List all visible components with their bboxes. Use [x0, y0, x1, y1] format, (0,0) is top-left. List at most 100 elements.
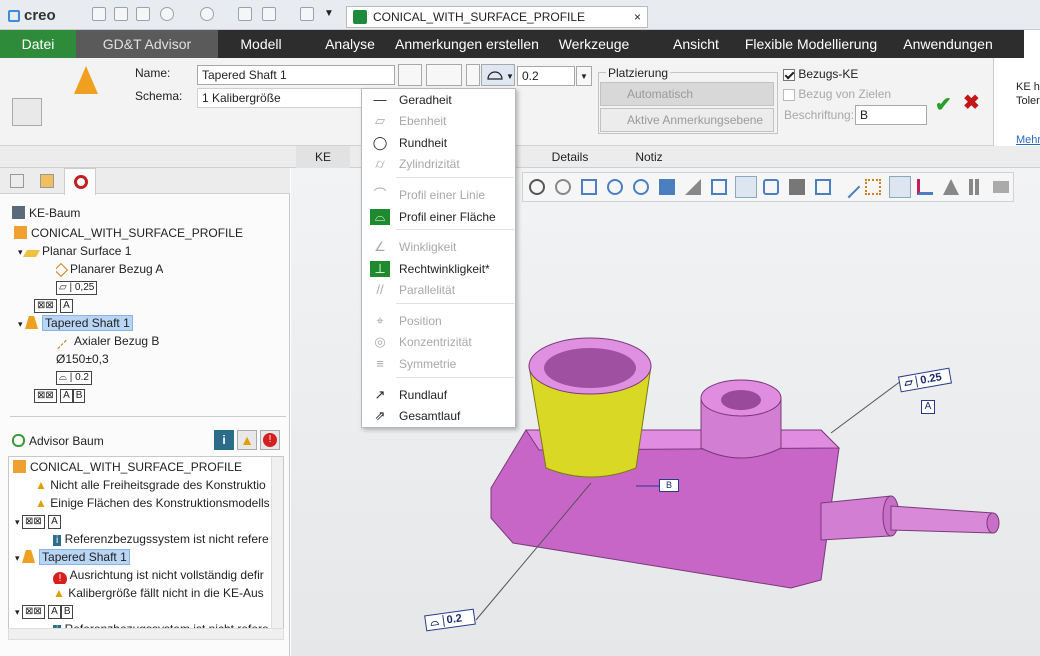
- name-input[interactable]: Tapered Shaft 1: [197, 65, 395, 85]
- menu-ansicht[interactable]: Ansicht: [664, 30, 728, 58]
- error-filter-icon[interactable]: !: [260, 430, 280, 450]
- tree-item-tapered-shaft[interactable]: ▾ Tapered Shaft 1: [18, 314, 133, 332]
- layer-tab-icon[interactable]: [40, 174, 54, 188]
- redo-icon[interactable]: [200, 7, 214, 21]
- menu-gdt-advisor[interactable]: GD&T Advisor: [76, 30, 218, 58]
- more-link[interactable]: Mehr: [1016, 134, 1040, 146]
- menu-datei[interactable]: Datei: [0, 30, 76, 58]
- pause-icon[interactable]: [969, 179, 973, 195]
- view-orientation-icon[interactable]: [659, 179, 675, 195]
- gdt-feature-icon[interactable]: [12, 98, 42, 126]
- gdt-display-icon[interactable]: [889, 176, 911, 198]
- menu-item-rundlauf[interactable]: ↗ Rundlauf: [362, 385, 515, 405]
- datum-b-tag[interactable]: B: [659, 479, 679, 492]
- pan-icon[interactable]: [685, 179, 701, 195]
- model-tree-tab-icon[interactable]: [10, 174, 24, 188]
- tolerance-dropdown-icon[interactable]: ▼: [576, 66, 592, 86]
- menu-item-konzentrizitaet[interactable]: ◎ Konzentrizität: [362, 332, 515, 352]
- menu-item-position[interactable]: ⌖ Position: [362, 311, 515, 331]
- cancel-icon[interactable]: ✖: [963, 90, 980, 115]
- tree-item-datum-system-ab[interactable]: ⊠⊠ AB: [34, 386, 86, 404]
- menu-item-geradheit[interactable]: — Geradheit: [362, 90, 515, 110]
- refit-icon[interactable]: [529, 179, 545, 195]
- vertical-scrollbar[interactable]: [271, 457, 283, 635]
- active-plane-button[interactable]: Aktive Anmerkungsebene: [600, 108, 774, 132]
- ok-icon[interactable]: ✔: [935, 92, 952, 117]
- menu-item-ebenheit[interactable]: ▱ Ebenheit: [362, 111, 515, 131]
- tolerance-input[interactable]: 0.2: [517, 66, 575, 86]
- menu-anmerkungen[interactable]: Anmerkungen erstellen: [392, 30, 542, 58]
- zoom-fit-icon[interactable]: [581, 179, 597, 195]
- close-window-icon[interactable]: [300, 7, 314, 21]
- close-icon[interactable]: ×: [634, 10, 641, 24]
- bezug-von-zielen-row[interactable]: Bezug von Zielen: [783, 87, 891, 101]
- more-tools-icon[interactable]: [993, 181, 1009, 193]
- advisor-item-warning-1[interactable]: ▲ Nicht alle Freiheitsgrade des Konstruk…: [35, 476, 266, 494]
- zoom-out-icon[interactable]: [633, 179, 649, 195]
- section-icon[interactable]: [815, 179, 831, 195]
- tree-item-root[interactable]: CONICAL_WITH_SURFACE_PROFILE: [14, 224, 243, 242]
- dimension-icon[interactable]: [398, 64, 422, 86]
- zoom-in-icon[interactable]: [607, 179, 623, 195]
- menu-item-rundheit[interactable]: ◯ Rundheit: [362, 133, 515, 153]
- menu-item-zylindrizitaet[interactable]: ⌭ Zylindrizität: [362, 154, 515, 174]
- tab-notiz[interactable]: Notiz: [620, 146, 678, 168]
- menu-anwendungen[interactable]: Anwendungen: [896, 30, 1000, 58]
- advisor-item-datum-ab[interactable]: ▾ ⊠⊠ AB: [15, 602, 74, 620]
- menu-item-parallelitaet[interactable]: //Parallelität: [362, 280, 515, 300]
- regenerate-icon[interactable]: [238, 7, 252, 21]
- datum-display-icon[interactable]: [837, 175, 861, 199]
- beschriftung-select[interactable]: B: [855, 105, 927, 125]
- tree-item-datum-b[interactable]: Axialer Bezug B: [56, 332, 159, 350]
- menu-item-winkligkeit[interactable]: ∠ Winkligkeit: [362, 237, 515, 257]
- warning-filter-icon[interactable]: ▲: [237, 430, 257, 450]
- windows-icon[interactable]: [262, 7, 276, 21]
- tree-item-datum-system-a[interactable]: ⊠⊠ A: [34, 296, 73, 314]
- bezug-von-zielen-checkbox[interactable]: [783, 88, 795, 101]
- datum-target-icon[interactable]: [426, 64, 462, 86]
- menu-item-profil-flaeche[interactable]: ⌓ Profil einer Fläche: [362, 207, 515, 227]
- tree-item-datum-a[interactable]: Planarer Bezug A: [56, 260, 163, 278]
- menu-item-rechtwinkligkeit[interactable]: ⊥ Rechtwinkligkeit*: [362, 259, 515, 279]
- display-style-icon[interactable]: [735, 176, 757, 198]
- bezugs-ke-checkbox[interactable]: [783, 68, 795, 81]
- info-filter-icon[interactable]: i: [214, 430, 234, 450]
- menu-werkzeuge[interactable]: Werkzeuge: [554, 30, 634, 58]
- menu-item-gesamtlauf[interactable]: ⇗ Gesamtlauf: [362, 406, 515, 426]
- advisor-item-warning-2[interactable]: ▲ Einige Flächen des Konstruktionsmodell…: [35, 494, 270, 512]
- menu-modell[interactable]: Modell: [226, 30, 296, 58]
- appearance-icon[interactable]: [943, 179, 959, 195]
- datum-a-tag[interactable]: A: [921, 400, 935, 414]
- document-tab[interactable]: CONICAL_WITH_SURFACE_PROFILE ×: [346, 6, 648, 28]
- surface-profile-dropdown[interactable]: ▼: [481, 64, 515, 86]
- spin-center-icon[interactable]: [917, 179, 933, 195]
- new-file-icon[interactable]: [92, 7, 106, 21]
- quick-access-chevron-icon[interactable]: ▼: [324, 8, 334, 19]
- tab-ke[interactable]: KE: [296, 146, 350, 168]
- menu-item-symmetrie[interactable]: ≡ Symmetrie: [362, 354, 515, 374]
- save-icon[interactable]: [136, 7, 150, 21]
- advisor-item-tapered-shaft[interactable]: ▾ Tapered Shaft 1: [15, 548, 130, 566]
- menu-item-profil-linie[interactable]: ⌒ Profil einer Linie: [362, 185, 515, 205]
- tree-item-planar-surface[interactable]: ▾ Planar Surface 1: [18, 242, 131, 260]
- tree-item-flatness[interactable]: ▱ | 0,25: [56, 278, 98, 296]
- advisor-item-root[interactable]: CONICAL_WITH_SURFACE_PROFILE: [13, 458, 242, 476]
- advisor-item-error[interactable]: ! Ausrichtung ist nicht vollständig defi…: [53, 566, 264, 584]
- saved-views-icon[interactable]: [711, 179, 727, 195]
- open-file-icon[interactable]: [114, 7, 128, 21]
- advisor-item-info-1[interactable]: i Referenzbezugssystem ist nicht refere: [53, 530, 269, 548]
- horizontal-scrollbar[interactable]: [8, 628, 284, 640]
- annotation-display-icon[interactable]: [865, 179, 881, 195]
- menu-analyse[interactable]: Analyse: [318, 30, 382, 58]
- tree-item-diameter[interactable]: Ø150±0,3: [56, 350, 109, 368]
- menu-flexible-modellierung[interactable]: Flexible Modellierung: [740, 30, 882, 58]
- repaint-icon[interactable]: [555, 179, 571, 195]
- perspective-icon[interactable]: [789, 179, 805, 195]
- auto-button[interactable]: Automatisch: [600, 82, 774, 106]
- schema-select[interactable]: 1 Kalibergröße: [197, 88, 362, 108]
- bezugs-ke-row[interactable]: Bezugs-KE: [783, 67, 858, 81]
- advisor-item-warning-3[interactable]: ▲ Kalibergröße fällt nicht in die KE-Aus: [53, 584, 264, 602]
- view-manager-icon[interactable]: [763, 179, 779, 195]
- undo-icon[interactable]: [160, 7, 174, 21]
- tab-details[interactable]: Details: [538, 146, 602, 168]
